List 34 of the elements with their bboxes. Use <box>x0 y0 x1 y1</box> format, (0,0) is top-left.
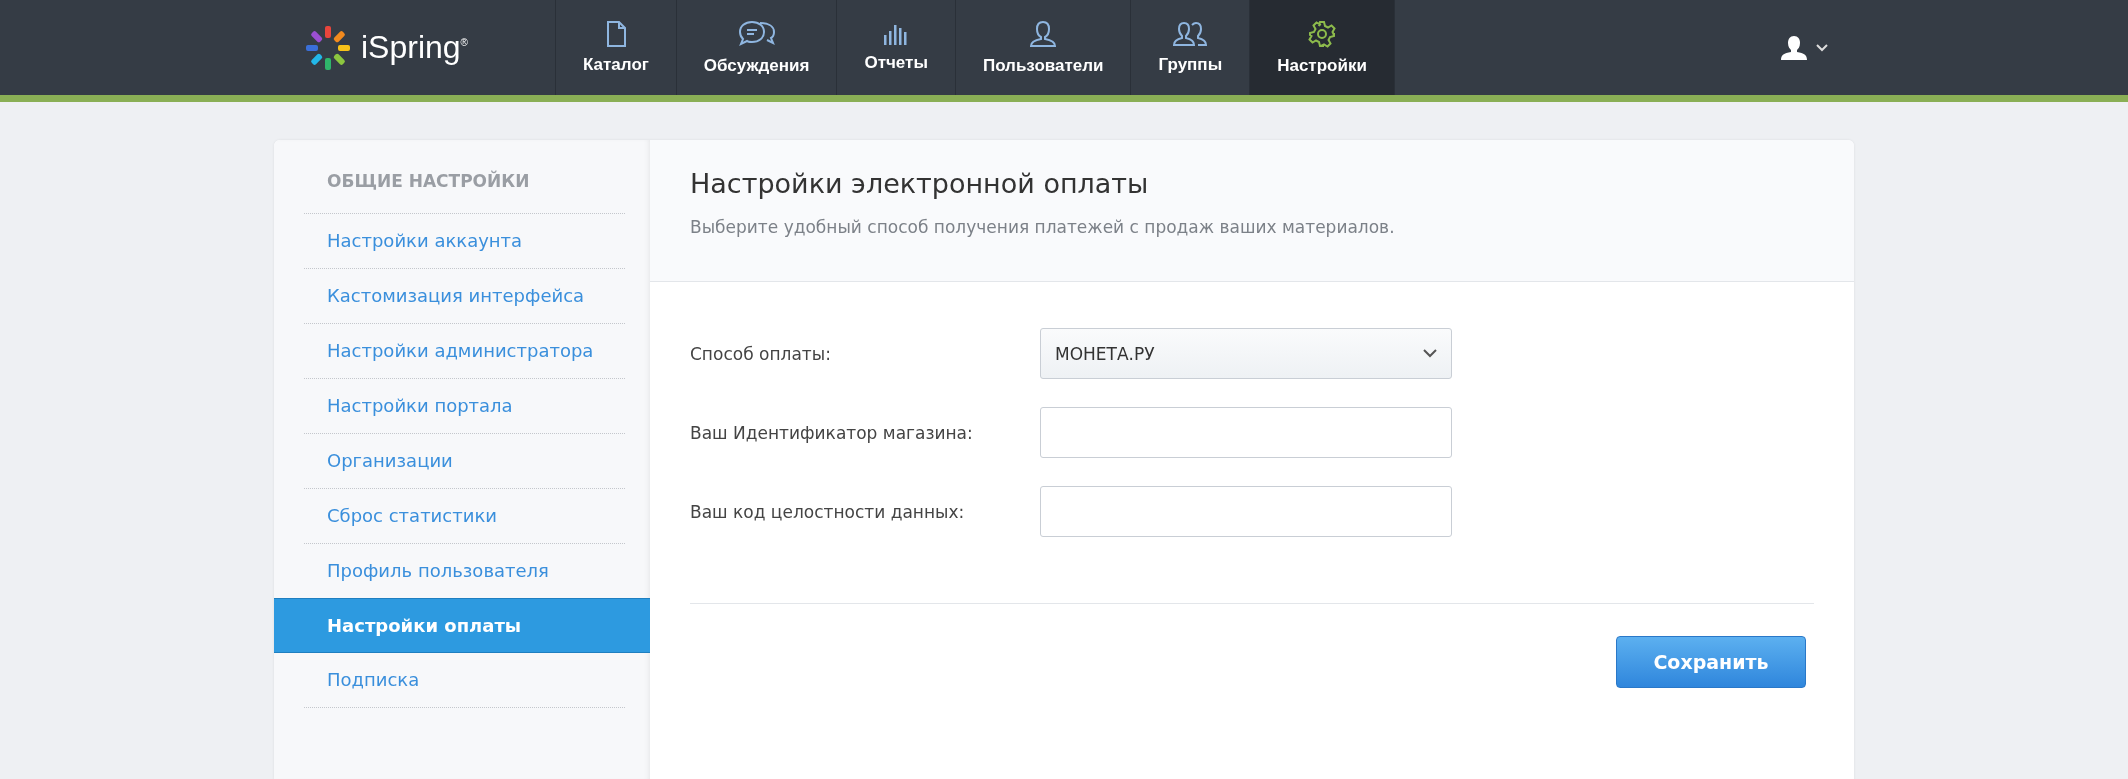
logo-icon <box>305 24 351 71</box>
sidebar-item[interactable]: Сброс статистики <box>304 489 625 544</box>
users-icon <box>1172 20 1209 47</box>
sidebar-item[interactable]: Организации <box>304 434 625 489</box>
input-field[interactable] <box>1040 486 1452 537</box>
sidebar-item[interactable]: Кастомизация интерфейса <box>304 269 625 324</box>
page-title: Настройки электронной оплаты <box>690 168 1150 199</box>
nav-tab[interactable]: Настройки <box>1250 0 1395 95</box>
sidebar-item[interactable]: Настройки администратора <box>304 324 625 379</box>
save-button[interactable]: Сохранить <box>1616 636 1806 688</box>
field-label: Способ оплаты: <box>690 343 832 364</box>
sidebar-item[interactable]: Настройки портала <box>304 379 625 434</box>
page-subtitle: Выберите удобный способ получения платежей с продаж ваших материалов. <box>690 217 1396 237</box>
nav-tab[interactable]: Обсуждения <box>676 0 838 95</box>
logo-text: iSpring$^{®}$ <box>361 29 468 66</box>
chat-bubbles-icon <box>737 19 776 48</box>
bar-chart-icon <box>883 22 910 45</box>
sidebar-item[interactable]: Подписка <box>304 653 625 708</box>
user-icon[interactable] <box>1780 34 1808 61</box>
document-icon <box>605 20 626 47</box>
nav-tab[interactable]: Отчеты <box>837 0 956 95</box>
nav-tab[interactable]: Пользователи <box>955 0 1132 95</box>
sidebar-item[interactable]: Настройки оплаты <box>274 598 650 653</box>
sidebar-item[interactable]: Настройки аккаунта <box>304 214 625 269</box>
field-label: Ваш код целостности данных: <box>690 501 966 522</box>
nav-tab[interactable]: Каталог <box>556 0 677 95</box>
user-icon <box>1029 19 1058 48</box>
chevron-down-icon <box>1423 349 1437 358</box>
payment-method-dropdown[interactable]: МОНЕТА.РУ <box>1040 328 1452 379</box>
gear-icon <box>1308 19 1336 48</box>
input-field[interactable] <box>1040 407 1452 458</box>
caret-icon[interactable] <box>1816 43 1828 52</box>
sidebar-heading: ОБЩИЕ НАСТРОЙКИ <box>304 170 625 214</box>
field-label: Ваш Идентификатор магазина: <box>690 422 974 443</box>
